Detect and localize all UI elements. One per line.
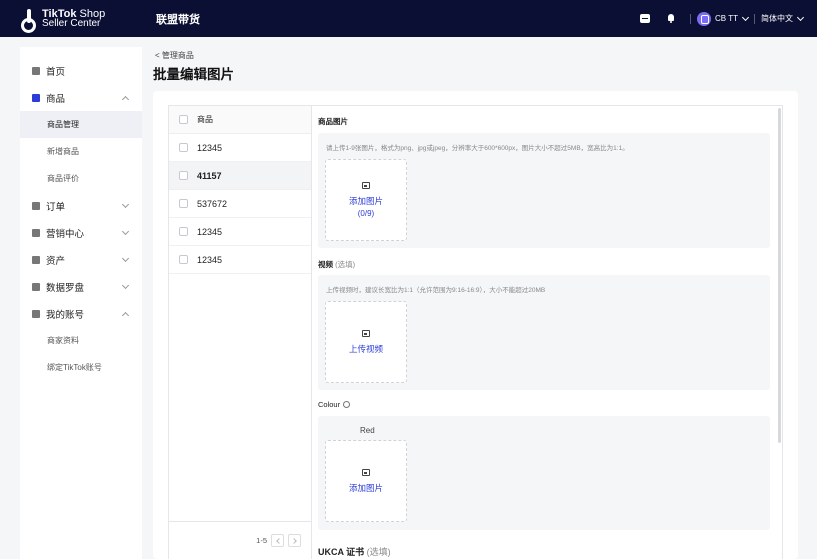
image-icon xyxy=(362,468,370,476)
pagination: 1-5 xyxy=(169,521,311,559)
sidebar-item-marketing[interactable]: 营销中心 xyxy=(20,219,142,246)
product-row[interactable]: 537672 xyxy=(169,190,311,218)
chevron-down-icon xyxy=(121,200,130,208)
sidebar-sub-product-reviews[interactable]: 商品评价 xyxy=(20,165,142,192)
product-row[interactable]: 41157 xyxy=(169,162,311,190)
sidebar-sub-bind-tiktok-account[interactable]: 绑定TikTok账号 xyxy=(20,354,142,381)
language-label: 简体中文 xyxy=(761,14,793,23)
batch-edit-card: 商品 12345 41157 537672 12345 12345 1-5 商品… xyxy=(153,91,798,559)
chevron-up-icon xyxy=(121,311,130,319)
language-selector[interactable]: 简体中文 xyxy=(761,13,805,24)
chevron-down-icon xyxy=(121,281,130,289)
video-title: 视频 (选填) xyxy=(318,260,356,269)
account-icon xyxy=(32,309,40,318)
next-page-button[interactable] xyxy=(288,534,301,547)
product-images-section: 请上传1-9张图片，格式为png、jpg或jpeg，分辨率大于600*600px… xyxy=(318,133,770,248)
video-section: 上传视频时，建议长宽比为1:1（允许范围为9:16-16:9），大小不能超过20… xyxy=(318,275,770,390)
chevron-up-icon xyxy=(121,95,130,103)
ukca-certificate-title: UKCA 证书 (选填) xyxy=(318,547,391,557)
tiktok-logo-icon xyxy=(20,8,38,33)
add-image-button[interactable]: 添加图片 (0/9) xyxy=(325,159,407,241)
sidebar-item-assets[interactable]: 资产 xyxy=(20,246,142,273)
product-row[interactable]: 12345 xyxy=(169,134,311,162)
data-compass-icon xyxy=(32,282,40,291)
top-bar: TikTok Shop Seller Center 联盟带货 CB TT 简体中… xyxy=(0,0,817,37)
user-menu[interactable]: CB TT xyxy=(697,11,750,26)
chevron-down-icon xyxy=(121,254,130,262)
colour-variant-name: Red xyxy=(360,426,375,435)
breadcrumb-back-link[interactable]: < 管理商品 xyxy=(155,50,194,61)
bell-icon[interactable] xyxy=(666,14,676,23)
home-icon xyxy=(32,66,40,75)
product-images-hint: 请上传1-9张图片，格式为png、jpg或jpeg，分辨率大于600*600px… xyxy=(326,145,629,152)
page-title: 批量编辑图片 xyxy=(153,67,234,82)
help-icon[interactable] xyxy=(343,401,351,408)
top-title: 联盟带货 xyxy=(156,13,200,26)
upload-video-button[interactable]: 上传视频 xyxy=(325,301,407,383)
sidebar-item-products[interactable]: 商品 xyxy=(20,84,142,111)
divider xyxy=(690,13,692,24)
sidebar: 首页 商品 商品管理 新增商品 商品评价 订单 营销中心 资产 数据罗盘 我的账… xyxy=(20,47,142,559)
row-checkbox[interactable] xyxy=(179,199,188,208)
row-checkbox[interactable] xyxy=(179,143,188,152)
colour-title: Colour xyxy=(318,400,351,409)
product-row[interactable]: 12345 xyxy=(169,246,311,274)
add-variant-image-button[interactable]: 添加图片 xyxy=(325,440,407,522)
avatar-icon xyxy=(697,11,712,26)
divider xyxy=(754,13,755,24)
sidebar-item-my-account[interactable]: 我的账号 xyxy=(20,300,142,327)
sidebar-item-home[interactable]: 首页 xyxy=(20,57,142,84)
asset-icon xyxy=(32,255,40,264)
image-icon xyxy=(362,182,370,189)
chevron-down-icon xyxy=(796,13,805,21)
colour-section: Red 添加图片 xyxy=(318,416,770,530)
prev-page-button[interactable] xyxy=(271,534,284,547)
sidebar-sub-add-product[interactable]: 新增商品 xyxy=(20,138,142,165)
sidebar-item-data-compass[interactable]: 数据罗盘 xyxy=(20,273,142,300)
product-icon xyxy=(32,93,40,102)
sidebar-item-orders[interactable]: 订单 xyxy=(20,192,142,219)
image-edit-panel: 商品图片 请上传1-9张图片，格式为png、jpg或jpeg，分辨率大于600*… xyxy=(312,105,783,559)
select-all-checkbox[interactable] xyxy=(179,115,188,124)
product-row[interactable]: 12345 xyxy=(169,218,311,246)
logo-text: TikTok Shop Seller Center xyxy=(42,7,106,29)
video-hint: 上传视频时，建议长宽比为1:1（允许范围为9:16-16:9），大小不能超过20… xyxy=(326,287,546,294)
row-checkbox[interactable] xyxy=(179,171,188,180)
chevron-down-icon xyxy=(121,227,130,235)
row-checkbox[interactable] xyxy=(179,227,188,236)
product-list-panel: 商品 12345 41157 537672 12345 12345 1-5 xyxy=(168,105,312,559)
marketing-icon xyxy=(32,228,40,237)
tiktok-shop-logo[interactable]: TikTok Shop Seller Center xyxy=(20,7,156,33)
video-icon xyxy=(362,329,370,337)
sidebar-sub-manage-products[interactable]: 商品管理 xyxy=(20,111,142,138)
page-range: 1-5 xyxy=(256,536,267,545)
scrollbar[interactable] xyxy=(778,108,781,443)
user-name: CB TT xyxy=(715,14,738,23)
product-list-header: 商品 xyxy=(169,106,311,134)
row-checkbox[interactable] xyxy=(179,255,188,264)
sidebar-sub-merchant-profile[interactable]: 商家资料 xyxy=(20,327,142,354)
chevron-down-icon xyxy=(741,13,750,21)
product-images-title: 商品图片 xyxy=(318,117,348,126)
message-icon[interactable] xyxy=(640,14,651,23)
order-icon xyxy=(32,201,40,210)
top-right-actions: CB TT 简体中文 xyxy=(632,11,805,26)
